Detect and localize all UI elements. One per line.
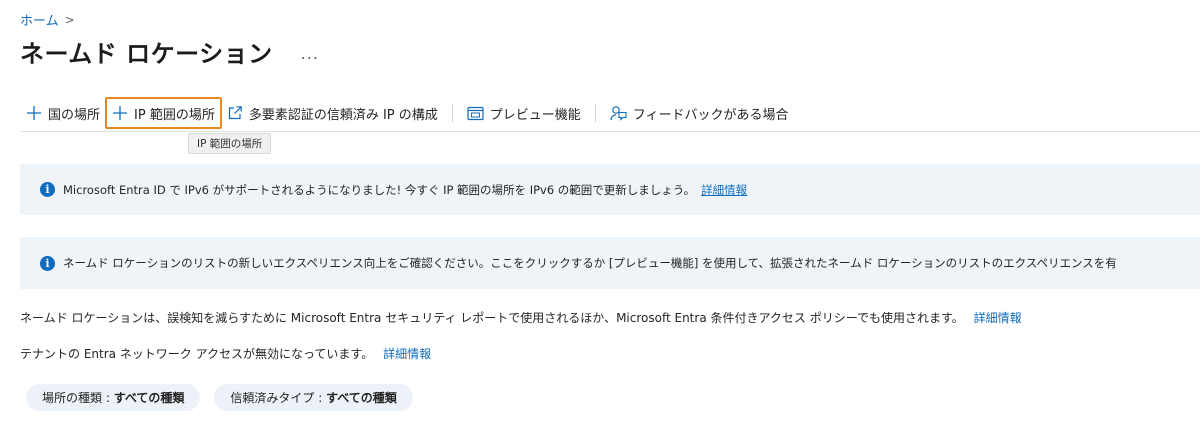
location-type-filter-value: すべての種類 (113, 391, 185, 405)
tooltip: IP 範囲の場所 (188, 133, 272, 154)
trusted-type-filter-value: すべての種類 (326, 391, 397, 405)
location-type-filter-label: 場所の種類 : (42, 391, 114, 405)
configure-mfa-trusted-ips-label: 多要素認証の信頼済み IP の構成 (248, 107, 438, 123)
add-ip-range-location-button[interactable]: IP 範囲の場所 (105, 97, 222, 129)
toolbar-divider-line (20, 131, 1200, 132)
location-type-filter[interactable]: 場所の種類 : すべての種類 (26, 384, 201, 411)
plus-icon (112, 105, 128, 121)
info-icon: i (40, 182, 55, 197)
breadcrumb: ホーム > (20, 10, 75, 30)
ipv6-banner-text: Microsoft Entra ID で IPv6 がサポートされるようになりま… (63, 182, 696, 197)
filter-pills: 場所の種類 : すべての種類 信頼済みタイプ : すべての種類 (26, 384, 413, 411)
ipv6-learn-more-link[interactable]: 詳細情報 (701, 182, 747, 198)
title-row: ネームド ロケーション ... (20, 34, 319, 69)
trusted-type-filter-label: 信頼済みタイプ : (230, 391, 327, 405)
network-access-body: テナントの Entra ネットワーク アクセスが無効になっています。 (20, 347, 374, 361)
add-country-location-label: 国の場所 (48, 107, 101, 123)
feedback-icon (610, 105, 627, 121)
description-text: ネームド ロケーションは、誤検知を減らすために Microsoft Entra … (20, 309, 1022, 326)
feedback-label: フィードバックがある場合 (632, 107, 789, 123)
preview-info-banner[interactable]: i ネームド ロケーションのリストの新しいエクスペリエンス向上をご確認ください。… (20, 237, 1200, 289)
add-country-location-button[interactable]: 国の場所 (20, 98, 106, 128)
ipv6-info-banner: i Microsoft Entra ID で IPv6 がサポートされるようにな… (20, 164, 1200, 215)
breadcrumb-separator: > (64, 12, 75, 27)
network-access-text: テナントの Entra ネットワーク アクセスが無効になっています。 詳細情報 (20, 345, 431, 362)
preview-features-button[interactable]: プレビュー機能 (461, 98, 587, 128)
toolbar-divider (594, 104, 596, 122)
preview-icon (467, 106, 484, 121)
more-options-button[interactable]: ... (301, 40, 319, 63)
configure-mfa-trusted-ips-button[interactable]: 多要素認証の信頼済み IP の構成 (221, 98, 444, 128)
toolbar-divider (451, 104, 453, 122)
breadcrumb-home-link[interactable]: ホーム (20, 10, 59, 29)
command-bar: 国の場所 IP 範囲の場所 多要素認証の信頼済み IP の構成 プレビュー機能 … (20, 97, 795, 129)
description-learn-more-link[interactable]: 詳細情報 (974, 311, 1022, 325)
preview-banner-text: ネームド ロケーションのリストの新しいエクスペリエンス向上をご確認ください。ここ… (63, 256, 1117, 270)
trusted-type-filter[interactable]: 信頼済みタイプ : すべての種類 (214, 384, 413, 411)
add-ip-range-location-label: IP 範囲の場所 (134, 107, 215, 123)
page-title: ネームド ロケーション (20, 40, 273, 68)
feedback-button[interactable]: フィードバックがある場合 (604, 98, 795, 128)
preview-features-label: プレビュー機能 (489, 107, 581, 123)
external-link-icon (227, 105, 243, 121)
description-body: ネームド ロケーションは、誤検知を減らすために Microsoft Entra … (20, 311, 964, 325)
plus-icon (26, 105, 42, 121)
info-icon: i (40, 255, 55, 271)
network-access-learn-more-link[interactable]: 詳細情報 (383, 347, 431, 361)
